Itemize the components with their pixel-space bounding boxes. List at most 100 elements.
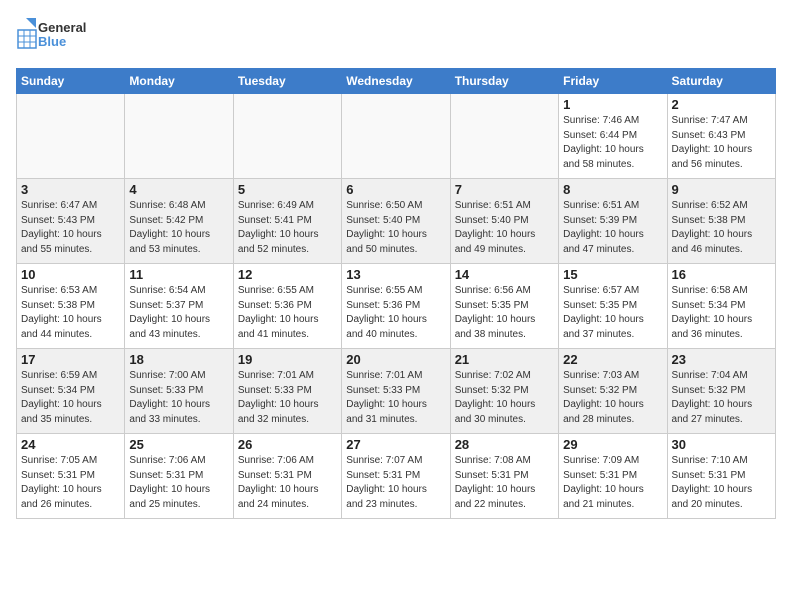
calendar-day-cell: 10 Sunrise: 6:53 AM Sunset: 5:38 PM Dayli… bbox=[17, 264, 125, 349]
day-info: Sunrise: 7:06 AM Sunset: 5:31 PM Dayligh… bbox=[238, 454, 337, 512]
day-number: 22 bbox=[563, 352, 662, 367]
calendar-week-row: 10 Sunrise: 6:53 AM Sunset: 5:38 PM Dayli… bbox=[17, 264, 776, 349]
calendar-day-cell bbox=[450, 94, 558, 179]
calendar-day-cell: 6 Sunrise: 6:50 AM Sunset: 5:40 PM Daylig… bbox=[342, 179, 450, 264]
calendar-day-cell: 2Sunrise: 7:47 AM Sunset: 6:43 PM Daylig… bbox=[667, 94, 775, 179]
calendar-day-cell: 28Sunrise: 7:08 AM Sunset: 5:31 PM Dayli… bbox=[450, 434, 558, 519]
day-number: 6 bbox=[346, 182, 445, 197]
day-info: Sunrise: 6:56 AM Sunset: 5:35 PM Dayligh… bbox=[455, 284, 554, 342]
day-info: Sunrise: 7:10 AM Sunset: 5:31 PM Dayligh… bbox=[672, 454, 771, 512]
day-info: Sunrise: 6:51 AM Sunset: 5:39 PM Dayligh… bbox=[563, 199, 662, 257]
day-info: Sunrise: 6:50 AM Sunset: 5:40 PM Dayligh… bbox=[346, 199, 445, 257]
day-number: 15 bbox=[563, 267, 662, 282]
day-number: 17 bbox=[21, 352, 120, 367]
day-info: Sunrise: 7:02 AM Sunset: 5:32 PM Dayligh… bbox=[455, 369, 554, 427]
calendar-week-row: 17 Sunrise: 6:59 AM Sunset: 5:34 PM Dayli… bbox=[17, 349, 776, 434]
day-info: Sunrise: 7:01 AM Sunset: 5:33 PM Dayligh… bbox=[346, 369, 445, 427]
day-number: 14 bbox=[455, 267, 554, 282]
calendar-day-cell: 18Sunrise: 7:00 AM Sunset: 5:33 PM Dayli… bbox=[125, 349, 233, 434]
logo: General Blue bbox=[16, 16, 106, 56]
calendar-week-row: 3 Sunrise: 6:47 AM Sunset: 5:43 PM Daylig… bbox=[17, 179, 776, 264]
day-info: Sunrise: 6:47 AM Sunset: 5:43 PM Dayligh… bbox=[21, 199, 120, 257]
day-info: Sunrise: 6:59 AM Sunset: 5:34 PM Dayligh… bbox=[21, 369, 120, 427]
day-info: Sunrise: 6:55 AM Sunset: 5:36 PM Dayligh… bbox=[346, 284, 445, 342]
day-info: Sunrise: 6:55 AM Sunset: 5:36 PM Dayligh… bbox=[238, 284, 337, 342]
day-info: Sunrise: 6:48 AM Sunset: 5:42 PM Dayligh… bbox=[129, 199, 228, 257]
calendar-day-cell: 1 Sunrise: 7:46 AM Sunset: 6:44 PM Daylig… bbox=[559, 94, 667, 179]
calendar-day-cell: 15 Sunrise: 6:57 AM Sunset: 5:35 PM Dayli… bbox=[559, 264, 667, 349]
day-number: 30 bbox=[672, 437, 771, 452]
day-info: Sunrise: 6:57 AM Sunset: 5:35 PM Dayligh… bbox=[563, 284, 662, 342]
calendar-day-cell: 19Sunrise: 7:01 AM Sunset: 5:33 PM Dayli… bbox=[233, 349, 341, 434]
calendar-day-cell: 9Sunrise: 6:52 AM Sunset: 5:38 PM Daylig… bbox=[667, 179, 775, 264]
day-number: 21 bbox=[455, 352, 554, 367]
calendar-day-cell: 30 Sunrise: 7:10 AM Sunset: 5:31 PM Dayli… bbox=[667, 434, 775, 519]
calendar-day-cell: 24 Sunrise: 7:05 AM Sunset: 5:31 PM Dayli… bbox=[17, 434, 125, 519]
weekday-header-row: SundayMondayTuesdayWednesdayThursdayFrid… bbox=[17, 69, 776, 94]
calendar-day-cell: 13 Sunrise: 6:55 AM Sunset: 5:36 PM Dayli… bbox=[342, 264, 450, 349]
day-info: Sunrise: 7:46 AM Sunset: 6:44 PM Dayligh… bbox=[563, 114, 662, 172]
logo-svg: General Blue bbox=[16, 16, 106, 56]
calendar-day-cell: 17 Sunrise: 6:59 AM Sunset: 5:34 PM Dayli… bbox=[17, 349, 125, 434]
weekday-header-cell: Thursday bbox=[450, 69, 558, 94]
day-number: 11 bbox=[129, 267, 228, 282]
calendar-day-cell: 4 Sunrise: 6:48 AM Sunset: 5:42 PM Daylig… bbox=[125, 179, 233, 264]
weekday-header-cell: Tuesday bbox=[233, 69, 341, 94]
day-info: Sunrise: 7:01 AM Sunset: 5:33 PM Dayligh… bbox=[238, 369, 337, 427]
day-info: Sunrise: 7:08 AM Sunset: 5:31 PM Dayligh… bbox=[455, 454, 554, 512]
day-number: 4 bbox=[129, 182, 228, 197]
calendar-day-cell bbox=[342, 94, 450, 179]
svg-text:Blue: Blue bbox=[38, 34, 66, 49]
calendar-day-cell: 22 Sunrise: 7:03 AM Sunset: 5:32 PM Dayli… bbox=[559, 349, 667, 434]
day-info: Sunrise: 6:49 AM Sunset: 5:41 PM Dayligh… bbox=[238, 199, 337, 257]
day-number: 5 bbox=[238, 182, 337, 197]
calendar-day-cell: 26Sunrise: 7:06 AM Sunset: 5:31 PM Dayli… bbox=[233, 434, 341, 519]
calendar-day-cell: 5 Sunrise: 6:49 AM Sunset: 5:41 PM Daylig… bbox=[233, 179, 341, 264]
day-info: Sunrise: 7:05 AM Sunset: 5:31 PM Dayligh… bbox=[21, 454, 120, 512]
calendar-day-cell: 3 Sunrise: 6:47 AM Sunset: 5:43 PM Daylig… bbox=[17, 179, 125, 264]
calendar-week-row: 1 Sunrise: 7:46 AM Sunset: 6:44 PM Daylig… bbox=[17, 94, 776, 179]
day-number: 8 bbox=[563, 182, 662, 197]
day-info: Sunrise: 6:53 AM Sunset: 5:38 PM Dayligh… bbox=[21, 284, 120, 342]
day-info: Sunrise: 7:03 AM Sunset: 5:32 PM Dayligh… bbox=[563, 369, 662, 427]
page-header: General Blue bbox=[16, 16, 776, 56]
calendar-day-cell: 29 Sunrise: 7:09 AM Sunset: 5:31 PM Dayli… bbox=[559, 434, 667, 519]
calendar-day-cell: 21 Sunrise: 7:02 AM Sunset: 5:32 PM Dayli… bbox=[450, 349, 558, 434]
day-info: Sunrise: 7:06 AM Sunset: 5:31 PM Dayligh… bbox=[129, 454, 228, 512]
day-info: Sunrise: 7:00 AM Sunset: 5:33 PM Dayligh… bbox=[129, 369, 228, 427]
day-number: 7 bbox=[455, 182, 554, 197]
day-number: 1 bbox=[563, 97, 662, 112]
calendar-day-cell: 20 Sunrise: 7:01 AM Sunset: 5:33 PM Dayli… bbox=[342, 349, 450, 434]
weekday-header-cell: Friday bbox=[559, 69, 667, 94]
calendar-day-cell: 23Sunrise: 7:04 AM Sunset: 5:32 PM Dayli… bbox=[667, 349, 775, 434]
calendar-day-cell: 11 Sunrise: 6:54 AM Sunset: 5:37 PM Dayli… bbox=[125, 264, 233, 349]
day-info: Sunrise: 6:54 AM Sunset: 5:37 PM Dayligh… bbox=[129, 284, 228, 342]
day-number: 13 bbox=[346, 267, 445, 282]
calendar-day-cell bbox=[17, 94, 125, 179]
calendar-day-cell: 27 Sunrise: 7:07 AM Sunset: 5:31 PM Dayli… bbox=[342, 434, 450, 519]
day-number: 24 bbox=[21, 437, 120, 452]
day-info: Sunrise: 7:07 AM Sunset: 5:31 PM Dayligh… bbox=[346, 454, 445, 512]
day-info: Sunrise: 7:47 AM Sunset: 6:43 PM Dayligh… bbox=[672, 114, 771, 172]
day-number: 10 bbox=[21, 267, 120, 282]
day-number: 27 bbox=[346, 437, 445, 452]
day-number: 20 bbox=[346, 352, 445, 367]
day-number: 23 bbox=[672, 352, 771, 367]
calendar-day-cell bbox=[233, 94, 341, 179]
calendar-body: 1 Sunrise: 7:46 AM Sunset: 6:44 PM Daylig… bbox=[17, 94, 776, 519]
day-number: 9 bbox=[672, 182, 771, 197]
calendar-day-cell: 25 Sunrise: 7:06 AM Sunset: 5:31 PM Dayli… bbox=[125, 434, 233, 519]
calendar-day-cell: 8 Sunrise: 6:51 AM Sunset: 5:39 PM Daylig… bbox=[559, 179, 667, 264]
day-number: 25 bbox=[129, 437, 228, 452]
calendar-day-cell bbox=[125, 94, 233, 179]
day-number: 29 bbox=[563, 437, 662, 452]
day-info: Sunrise: 6:51 AM Sunset: 5:40 PM Dayligh… bbox=[455, 199, 554, 257]
calendar-day-cell: 16 Sunrise: 6:58 AM Sunset: 5:34 PM Dayli… bbox=[667, 264, 775, 349]
day-number: 12 bbox=[238, 267, 337, 282]
weekday-header-cell: Saturday bbox=[667, 69, 775, 94]
day-info: Sunrise: 6:58 AM Sunset: 5:34 PM Dayligh… bbox=[672, 284, 771, 342]
day-number: 3 bbox=[21, 182, 120, 197]
calendar-week-row: 24 Sunrise: 7:05 AM Sunset: 5:31 PM Dayli… bbox=[17, 434, 776, 519]
day-info: Sunrise: 7:09 AM Sunset: 5:31 PM Dayligh… bbox=[563, 454, 662, 512]
day-number: 16 bbox=[672, 267, 771, 282]
